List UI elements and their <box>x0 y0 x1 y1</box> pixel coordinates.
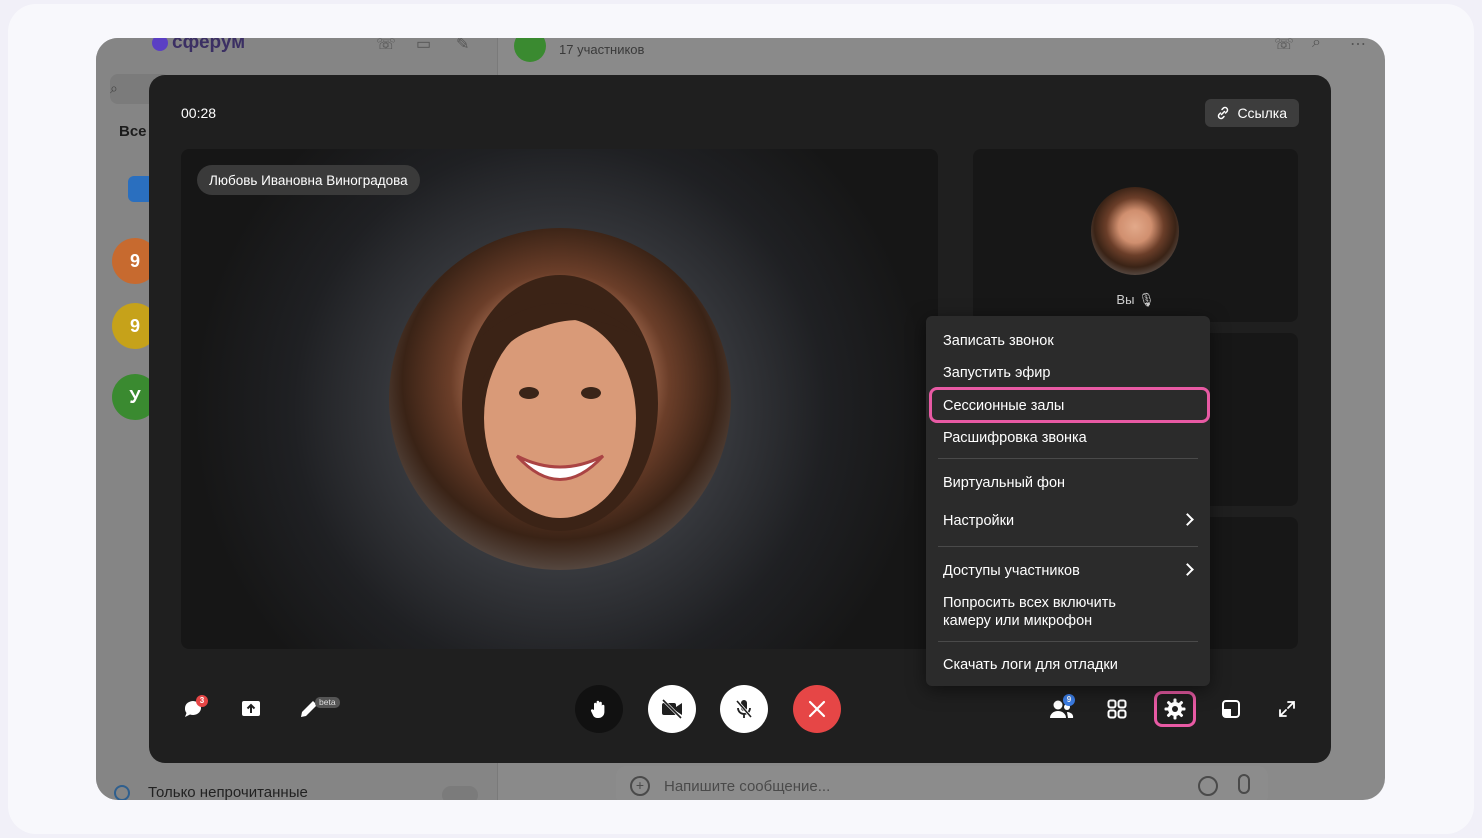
more-icon[interactable]: ⋯ <box>1350 38 1366 54</box>
menu-item-download-logs[interactable]: Скачать логи для отладки <box>943 656 1118 674</box>
chevron-right-icon <box>1181 563 1194 576</box>
speaker-avatar <box>389 228 731 570</box>
call-window: 00:28 Ссылка Любовь Ивановна Виноградова… <box>149 75 1331 763</box>
search-icon: ⌕ <box>110 80 118 96</box>
beta-badge: beta <box>315 697 340 708</box>
link-icon <box>1218 106 1229 120</box>
close-icon <box>808 700 826 718</box>
menu-item-broadcast[interactable]: Запустить эфир <box>943 364 1050 382</box>
end-call-button[interactable] <box>793 685 841 733</box>
speaker-name: Любовь Ивановна Виноградова <box>197 165 420 195</box>
mic-icon[interactable] <box>1238 774 1250 794</box>
self-label: Вы 🎙︎ <box>1116 292 1155 307</box>
call-timer: 00:28 <box>181 105 217 121</box>
layout-button[interactable] <box>1217 695 1245 723</box>
menu-item-breakout-rooms[interactable]: Сессионные залы <box>943 397 1064 415</box>
layout-icon <box>1222 700 1240 718</box>
link-button-label: Ссылка <box>1237 105 1287 121</box>
raise-hand-button[interactable] <box>575 685 623 733</box>
chat-subtitle: 17 участников <box>559 42 645 57</box>
chat-avatar <box>514 38 546 62</box>
attach-icon[interactable]: + <box>630 776 650 796</box>
menu-divider <box>938 641 1198 642</box>
camera-toggle-button[interactable] <box>648 685 696 733</box>
only-unread-toggle[interactable] <box>442 786 478 800</box>
grid-view-button[interactable] <box>1103 695 1131 723</box>
menu-item-transcription[interactable]: Расшифровка звонка <box>943 429 1087 447</box>
message-input[interactable]: + Напишите сообщение... <box>616 766 1268 800</box>
menu-item-record[interactable]: Записать звонок <box>943 332 1054 350</box>
main-video-tile[interactable]: Любовь Ивановна Виноградова <box>181 149 938 649</box>
self-avatar <box>1091 187 1179 275</box>
share-screen-button[interactable] <box>237 695 265 723</box>
participants-button[interactable]: 9 <box>1046 694 1076 723</box>
participants-badge: 9 <box>1063 694 1075 706</box>
draw-button[interactable]: beta <box>295 695 340 723</box>
grid-icon <box>1107 699 1127 719</box>
only-unread-label: Только непрочитанные <box>148 784 308 800</box>
message-placeholder: Напишите сообщение... <box>664 778 831 795</box>
edit-icon[interactable]: ✎ <box>456 38 469 54</box>
self-video-tile[interactable]: Вы 🎙︎ <box>973 149 1298 322</box>
more-options-menu: Записать звонок Запустить эфир Сессионны… <box>926 316 1210 686</box>
fullscreen-button[interactable] <box>1273 695 1301 723</box>
chevron-right-icon <box>1181 513 1194 526</box>
link-button[interactable]: Ссылка <box>1205 99 1299 127</box>
tab-all[interactable]: Все <box>119 123 147 140</box>
menu-item-virtual-background[interactable]: Виртуальный фон <box>943 474 1065 492</box>
emoji-icon[interactable] <box>1198 776 1218 796</box>
mic-off-icon <box>735 700 753 718</box>
camera-off-icon <box>661 698 683 720</box>
settings-button[interactable] <box>1160 695 1190 723</box>
menu-item-participant-access[interactable]: Доступы участников <box>943 562 1080 580</box>
hand-icon <box>590 700 605 718</box>
unread-filter-icon <box>114 785 130 800</box>
menu-item-ask-enable-media[interactable]: Попросить всех включить камеру или микро… <box>943 594 1153 630</box>
menu-divider <box>938 458 1198 459</box>
menu-divider <box>938 546 1198 547</box>
menu-item-settings[interactable]: Настройки <box>943 512 1014 530</box>
expand-icon <box>1279 701 1295 717</box>
app-logo: сферум <box>152 38 245 54</box>
chat-button[interactable]: 3 <box>179 695 208 723</box>
share-screen-icon <box>242 701 260 716</box>
phone-icon[interactable]: ☏ <box>376 38 396 54</box>
compose-icon[interactable]: ▭ <box>416 38 431 54</box>
phone-icon[interactable]: ☏ <box>1274 38 1294 54</box>
mic-off-icon: 🎙︎ <box>1138 292 1155 307</box>
search-icon[interactable]: ⌕ <box>1312 38 1321 52</box>
gear-icon <box>1164 698 1186 720</box>
mic-toggle-button[interactable] <box>720 685 768 733</box>
chat-badge: 3 <box>196 695 208 707</box>
